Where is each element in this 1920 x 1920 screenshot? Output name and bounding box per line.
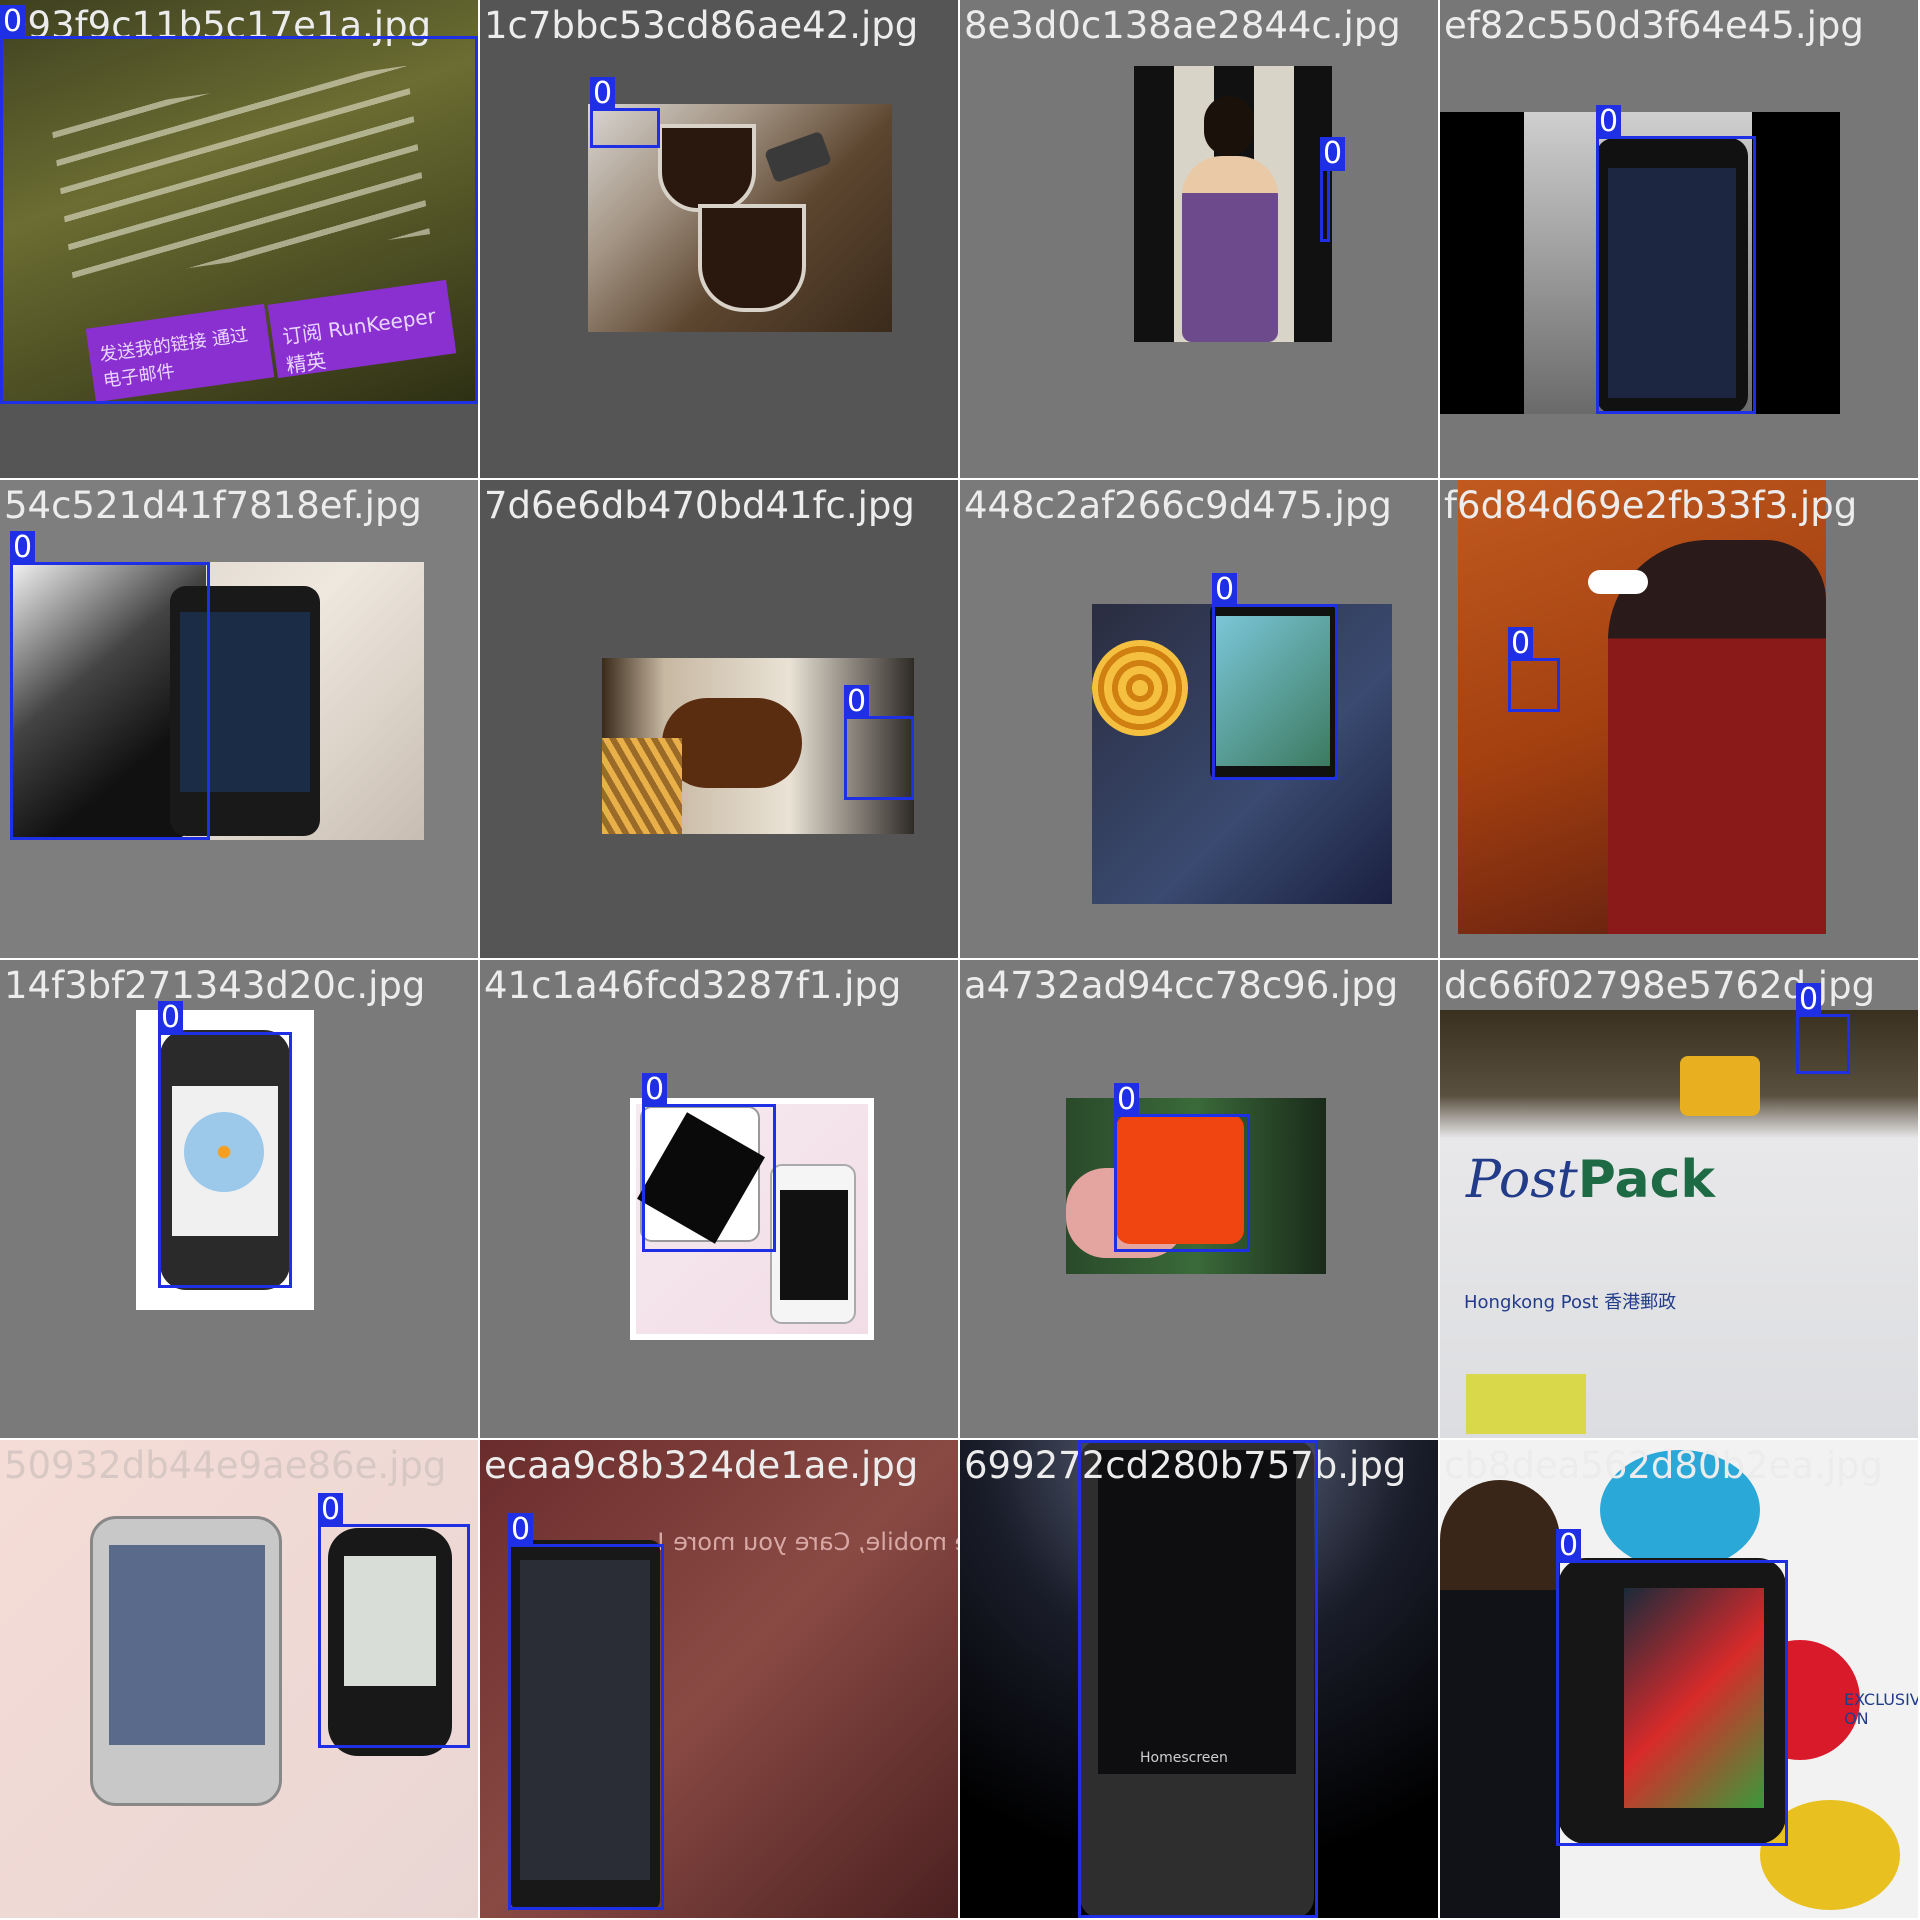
phone-screen [109,1545,265,1745]
grid-tile[interactable]: ef82c550d3f64e45.jpg 0 [1440,0,1920,480]
tile-filename: 14f3bf271343d20c.jpg [4,964,426,1007]
detection-box[interactable]: 0 [318,1493,470,1748]
class-label: 0 [1114,1083,1140,1117]
postpack-brand-2: Pack [1577,1150,1715,1210]
grid-tile[interactable]: 54c521d41f7818ef.jpg 0 [0,480,480,960]
class-label: 0 [642,1073,668,1107]
tile-filename: ef82c550d3f64e45.jpg [1444,4,1864,47]
grid-tile[interactable]: 448c2af266c9d475.jpg 0 [960,480,1440,960]
grid-tile[interactable]: 1c7bbc53cd86ae42.jpg 0 [480,0,960,480]
hongkong-post: Hongkong Post 香港郵政 [1464,1292,1677,1313]
tile-filename: 1c7bbc53cd86ae42.jpg [484,4,919,47]
grid-tile[interactable]: Homescreen 699272cd280b757b.jpg 0 [960,1440,1440,1920]
photo [1134,66,1332,342]
detection-box[interactable]: 0 [844,685,914,800]
iphone-white [770,1164,856,1324]
tile-filename: 41c1a46fcd3287f1.jpg [484,964,902,1007]
detection-box[interactable]: 0 [1078,1440,1318,1918]
coffee-cup [698,204,806,312]
image-grid: 订阅 RunKeeper 精英 发送我的链接 通过电子邮件 093f9c11b5… [0,0,1920,1920]
fries [602,738,682,834]
detection-box[interactable]: 0 [590,77,660,148]
class-label: 0 [1596,105,1622,139]
class-label: 0 [0,5,26,39]
yellow-label [1466,1374,1586,1434]
class-label: 0 [1212,573,1238,607]
grid-tile[interactable]: 订阅 RunKeeper 精英 发送我的链接 通过电子邮件 093f9c11b5… [0,0,480,480]
grid-tile[interactable]: EXCLUSIVE ON cb8dea562d80b2ea.jpg 0 [1440,1440,1920,1920]
grid-tile[interactable]: ere mobile, Care you more ! ecaa9c8b324d… [480,1440,960,1920]
grid-tile[interactable]: a4732ad94cc78c96.jpg 0 [960,960,1440,1440]
person-head [1204,96,1254,156]
class-label: 0 [590,77,616,111]
tile-filename: 54c521d41f7818ef.jpg [4,484,422,527]
phone-screen [780,1190,848,1300]
tile-filename: 50932db44e9ae86e.jpg [4,1444,447,1487]
detection-box[interactable]: 0 [1212,573,1338,780]
class-label: 0 [1508,627,1534,661]
detection-box[interactable]: 0 [508,1513,664,1910]
class-label: 0 [1078,1440,1104,1443]
grid-tile[interactable]: 7d6e6db470bd41fc.jpg 0 [480,480,960,960]
detection-box[interactable]: 0 [1114,1083,1250,1252]
person [1608,540,1826,934]
tile-filename: cb8dea562d80b2ea.jpg [1444,1444,1883,1487]
tile-filename: 7d6e6db470bd41fc.jpg [484,484,915,527]
cup [1588,570,1648,594]
class-label: 0 [1796,983,1822,1017]
slogan: ere mobile, Care you more ! [656,1528,960,1556]
class-label: 0 [318,1493,344,1527]
class-label: 0 [10,531,36,565]
phone [763,130,833,184]
tile-filename: 448c2af266c9d475.jpg [964,484,1392,527]
grid-tile[interactable]: 41c1a46fcd3287f1.jpg 0 [480,960,960,1440]
coffee-cup [658,124,756,212]
detection-box[interactable]: 0 [0,5,478,404]
detection-box[interactable]: 0 [1320,137,1346,242]
presenter [1440,1480,1560,1918]
tile-filename: ecaa9c8b324de1ae.jpg [484,1444,919,1487]
detection-box[interactable]: 0 [642,1073,776,1252]
detection-box[interactable]: 0 [158,1001,292,1288]
photo: PostPack Hongkong Post 香港郵政 [1440,1010,1918,1438]
class-label: 0 [844,685,870,719]
detection-box[interactable]: 0 [1796,983,1850,1074]
detection-box[interactable]: 0 [1596,105,1756,414]
yellow-device [1680,1056,1760,1116]
tile-filename: a4732ad94cc78c96.jpg [964,964,1399,1007]
detection-box[interactable]: 0 [1556,1529,1788,1846]
person [1182,156,1278,342]
food [662,698,802,788]
class-label: 0 [1320,137,1346,171]
class-label: 0 [158,1001,184,1035]
grid-tile[interactable]: PostPack Hongkong Post 香港郵政 dc66f02798e5… [1440,960,1920,1440]
postpack-text: PostPack [1466,1150,1715,1210]
exclusive-tag: EXCLUSIVE ON [1844,1690,1920,1728]
tile-filename: 8e3d0c138ae2844c.jpg [964,4,1401,47]
grid-tile[interactable]: 14f3bf271343d20c.jpg 0 [0,960,480,1440]
detection-box[interactable]: 0 [1508,627,1560,712]
tile-filename: f6d84d69e2fb33f3.jpg [1444,484,1858,527]
detection-box[interactable]: 0 [10,531,210,840]
postpack-brand-1: Post [1466,1150,1578,1210]
class-label: 0 [1556,1529,1582,1563]
grid-tile[interactable]: 50932db44e9ae86e.jpg 0 [0,1440,480,1920]
lollipop [1092,640,1188,736]
ipod-touch [90,1516,282,1806]
grid-tile[interactable]: 8e3d0c138ae2844c.jpg 0 [960,0,1440,480]
class-label: 0 [508,1513,534,1547]
grid-tile[interactable]: f6d84d69e2fb33f3.jpg 0 [1440,480,1920,960]
